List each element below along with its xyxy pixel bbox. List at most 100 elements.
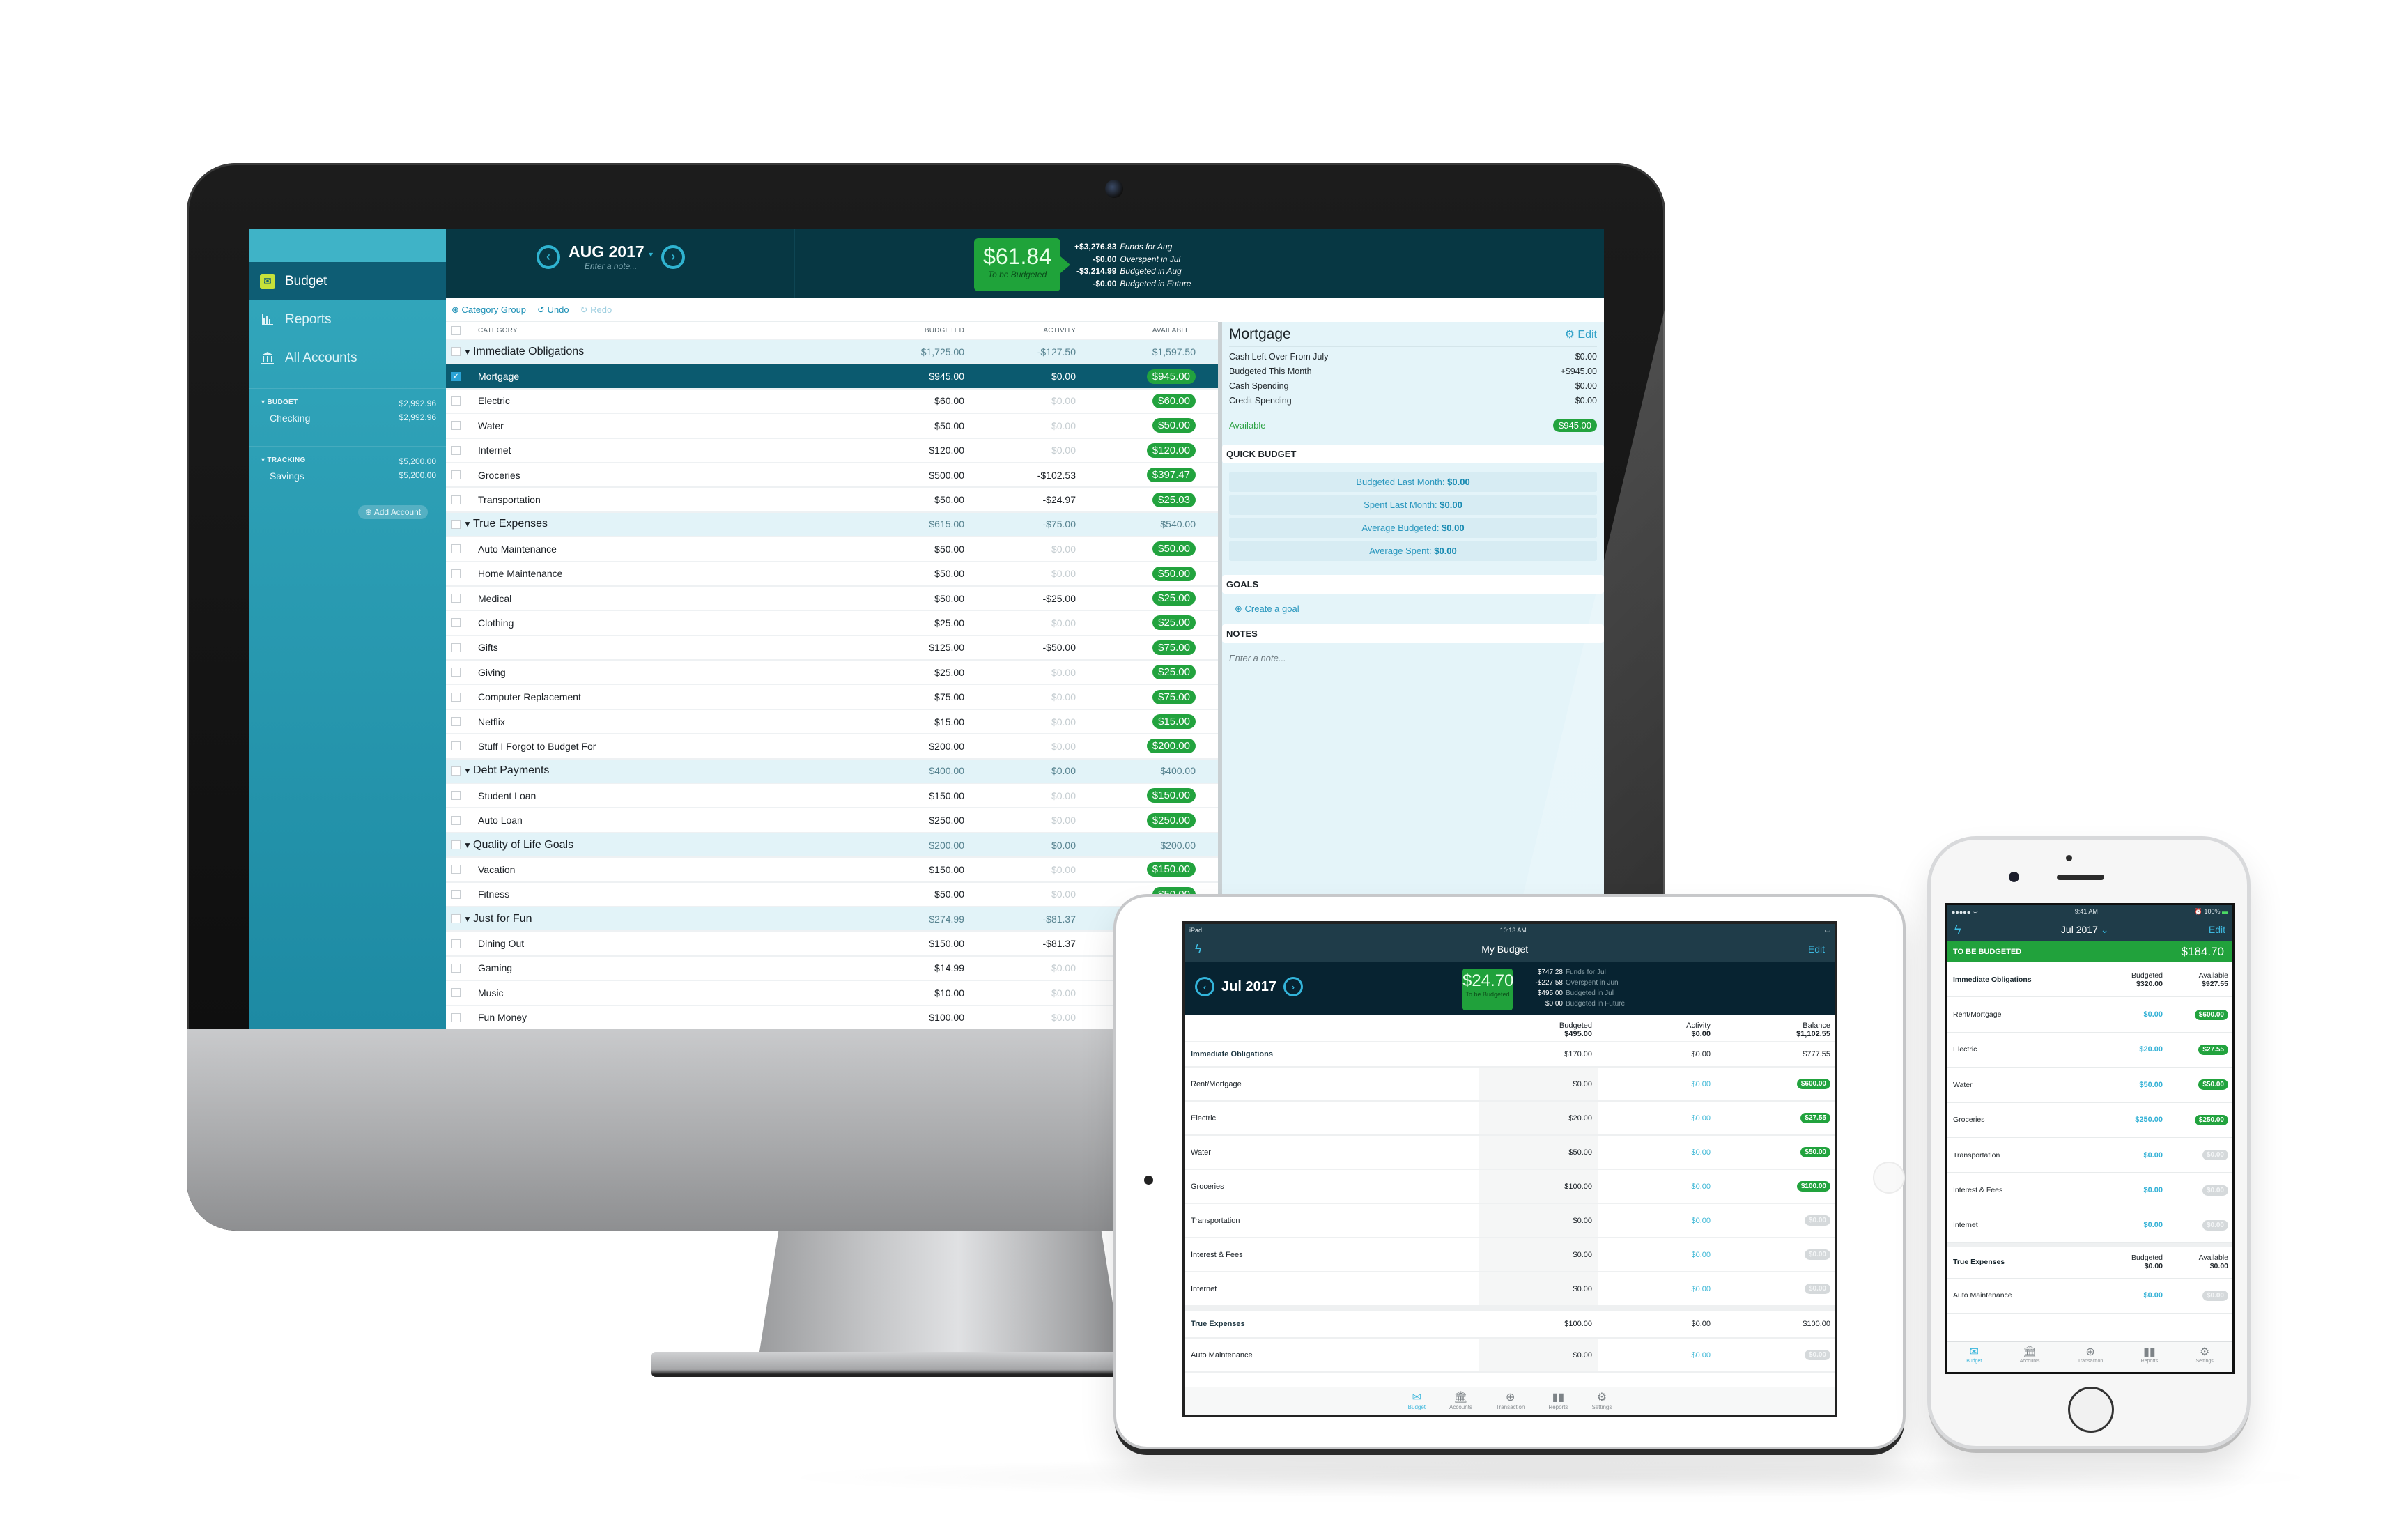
activity-value[interactable]: $0.00: [967, 741, 1079, 752]
budgeted-value[interactable]: $50.00: [856, 888, 967, 900]
activity-value[interactable]: -$75.00: [967, 518, 1079, 530]
account-group-tracking[interactable]: ▾ TRACKING $5,200.00 Savings $5,200.00: [249, 446, 446, 494]
budgeted-value[interactable]: $274.99: [856, 914, 967, 925]
tab-reports[interactable]: ▮▮ Reports: [2141, 1345, 2159, 1372]
row-checkbox[interactable]: [452, 396, 461, 406]
activity-value[interactable]: $0.00: [967, 790, 1079, 801]
tab-transaction[interactable]: ⊕ Transaction: [2078, 1345, 2103, 1372]
category-group-row[interactable]: True Expenses $100.00 $0.00 $100.00: [1185, 1307, 1835, 1339]
row-checkbox[interactable]: [452, 865, 461, 875]
activity-value[interactable]: $0.00: [967, 568, 1079, 579]
category-row[interactable]: Rent/Mortgage $0.00 $600.00: [1947, 997, 2232, 1033]
activity-value[interactable]: -$24.97: [967, 494, 1079, 505]
row-checkbox[interactable]: [452, 642, 461, 652]
category-row[interactable]: Water $50.00 $50.00: [1947, 1068, 2232, 1103]
balance-badge[interactable]: $50.00: [1800, 1147, 1830, 1157]
activity-value[interactable]: $0.00: [967, 840, 1079, 851]
budgeted-value[interactable]: $50.00: [2100, 1081, 2163, 1089]
row-checkbox[interactable]: [452, 347, 461, 357]
budgeted-value[interactable]: $75.00: [856, 691, 967, 702]
available-badge[interactable]: $0.00: [2202, 1185, 2228, 1196]
budgeted-value[interactable]: $200.00: [856, 741, 967, 752]
category-row[interactable]: Auto Maintenance $0.00 $0.00 $0.00: [1185, 1339, 1835, 1373]
available-badge[interactable]: $397.47: [1146, 468, 1196, 483]
tab-settings[interactable]: ⚙ Settings: [1591, 1390, 1612, 1415]
home-button[interactable]: [1873, 1162, 1905, 1194]
activity-value[interactable]: $0.00: [967, 371, 1079, 382]
quick-budget-option[interactable]: Spent Last Month: $0.00: [1229, 495, 1597, 515]
next-month-button[interactable]: ›: [1283, 977, 1303, 996]
category-row[interactable]: Groceries $500.00 -$102.53 $397.47: [446, 463, 1218, 488]
activity-value[interactable]: $0.00: [967, 962, 1079, 973]
row-checkbox[interactable]: [452, 519, 461, 529]
month-selector[interactable]: AUG 2017 ▾ Enter a note...: [569, 242, 653, 271]
budgeted-value[interactable]: $50.00: [856, 593, 967, 604]
balance-badge[interactable]: $27.55: [1800, 1113, 1830, 1123]
notes-input[interactable]: Enter a note...: [1229, 643, 1597, 673]
tab-transaction[interactable]: ⊕ Transaction: [1496, 1390, 1525, 1415]
budgeted-value[interactable]: $150.00: [856, 864, 967, 875]
available-badge[interactable]: $150.00: [1146, 862, 1196, 877]
budgeted-value[interactable]: $615.00: [856, 518, 967, 530]
budgeted-value[interactable]: $20.00: [2100, 1045, 2163, 1054]
previous-month-button[interactable]: ‹: [1195, 977, 1214, 996]
previous-month-button[interactable]: ‹: [537, 245, 560, 269]
row-checkbox[interactable]: [452, 963, 461, 973]
lightning-icon[interactable]: ϟ: [1954, 923, 1961, 937]
balance-badge[interactable]: $0.00: [1804, 1350, 1830, 1360]
category-row[interactable]: Fun Money $100.00 $0.00: [446, 1006, 1218, 1029]
budgeted-value[interactable]: $0.00: [2100, 1010, 2163, 1019]
category-row[interactable]: Dining Out $150.00 -$81.37: [446, 932, 1218, 957]
row-checkbox[interactable]: [452, 939, 461, 948]
tab-budget[interactable]: ✉ Budget: [1966, 1345, 1982, 1372]
row-checkbox[interactable]: [452, 717, 461, 727]
category-row[interactable]: Electric $20.00 $27.55: [1947, 1033, 2232, 1068]
activity-value[interactable]: $0.00: [967, 420, 1079, 431]
category-row[interactable]: Student Loan $150.00 $0.00 $150.00: [446, 784, 1218, 809]
category-row[interactable]: ✓ Mortgage $945.00 $0.00 $945.00: [446, 364, 1218, 390]
budgeted-value[interactable]: $0.00: [2100, 1291, 2163, 1300]
tab-budget[interactable]: ✉ Budget: [1408, 1390, 1426, 1415]
budgeted-value[interactable]: $250.00: [2100, 1116, 2163, 1124]
category-group-row[interactable]: Immediate Obligations Budgeted $320.00 Avai…: [1947, 962, 2232, 998]
to-be-budgeted-badge[interactable]: $24.70 To be Budgeted: [1462, 969, 1513, 1010]
activity-value[interactable]: $0.00: [967, 445, 1079, 456]
add-account-button[interactable]: ⊕ Add Account: [358, 505, 429, 519]
row-checkbox[interactable]: [452, 840, 461, 849]
select-all-checkbox[interactable]: [452, 325, 461, 335]
budgeted-value[interactable]: $50.00: [856, 568, 967, 579]
available-badge[interactable]: $200.00: [1146, 739, 1196, 754]
category-row[interactable]: Interest & Fees $0.00 $0.00 $0.00: [1185, 1238, 1835, 1272]
available-badge[interactable]: $25.00: [1152, 591, 1196, 606]
undo-button[interactable]: ↺ Undo: [537, 305, 569, 316]
category-row[interactable]: Clothing $25.00 $0.00 $25.00: [446, 611, 1218, 636]
budgeted-value[interactable]: $250.00: [856, 815, 967, 826]
budgeted-value[interactable]: $150.00: [856, 790, 967, 801]
collapse-caret-icon[interactable]: ▼: [461, 347, 472, 357]
account-savings[interactable]: Savings $5,200.00: [261, 470, 436, 482]
budgeted-value[interactable]: $25.00: [856, 617, 967, 629]
budgeted-value[interactable]: $50.00: [1479, 1136, 1598, 1169]
activity-value[interactable]: -$81.37: [967, 914, 1079, 925]
sidebar-item-all-accounts[interactable]: All Accounts: [249, 339, 446, 377]
row-checkbox[interactable]: ✓: [452, 371, 461, 381]
category-row[interactable]: Internet $0.00 $0.00 $0.00: [1185, 1272, 1835, 1307]
activity-value[interactable]: $0.00: [967, 691, 1079, 702]
available-badge[interactable]: $0.00: [2202, 1150, 2228, 1161]
category-row[interactable]: Electric $60.00 $0.00 $60.00: [446, 390, 1218, 415]
activity-value[interactable]: $0.00: [967, 888, 1079, 900]
row-checkbox[interactable]: [452, 889, 461, 899]
available-badge[interactable]: $150.00: [1146, 788, 1196, 803]
balance-badge[interactable]: $0.00: [1804, 1215, 1830, 1226]
available-badge[interactable]: $945.00: [1146, 369, 1196, 384]
category-group-row[interactable]: ▼ Immediate Obligations $1,725.00 -$127.50 $…: [446, 340, 1218, 365]
activity-value[interactable]: $0.00: [967, 617, 1079, 629]
available-badge[interactable]: $50.00: [1152, 566, 1196, 581]
budgeted-value[interactable]: $170.00: [1479, 1042, 1598, 1066]
budgeted-value[interactable]: $50.00: [856, 420, 967, 431]
month-selector[interactable]: Jul 2017 ⌄: [2061, 924, 2109, 936]
category-row[interactable]: Transportation $0.00 $0.00: [1947, 1138, 2232, 1173]
category-row[interactable]: Giving $25.00 $0.00 $25.00: [446, 661, 1218, 686]
tab-accounts[interactable]: 🏛 Accounts: [1449, 1390, 1472, 1415]
row-checkbox[interactable]: [452, 470, 461, 480]
